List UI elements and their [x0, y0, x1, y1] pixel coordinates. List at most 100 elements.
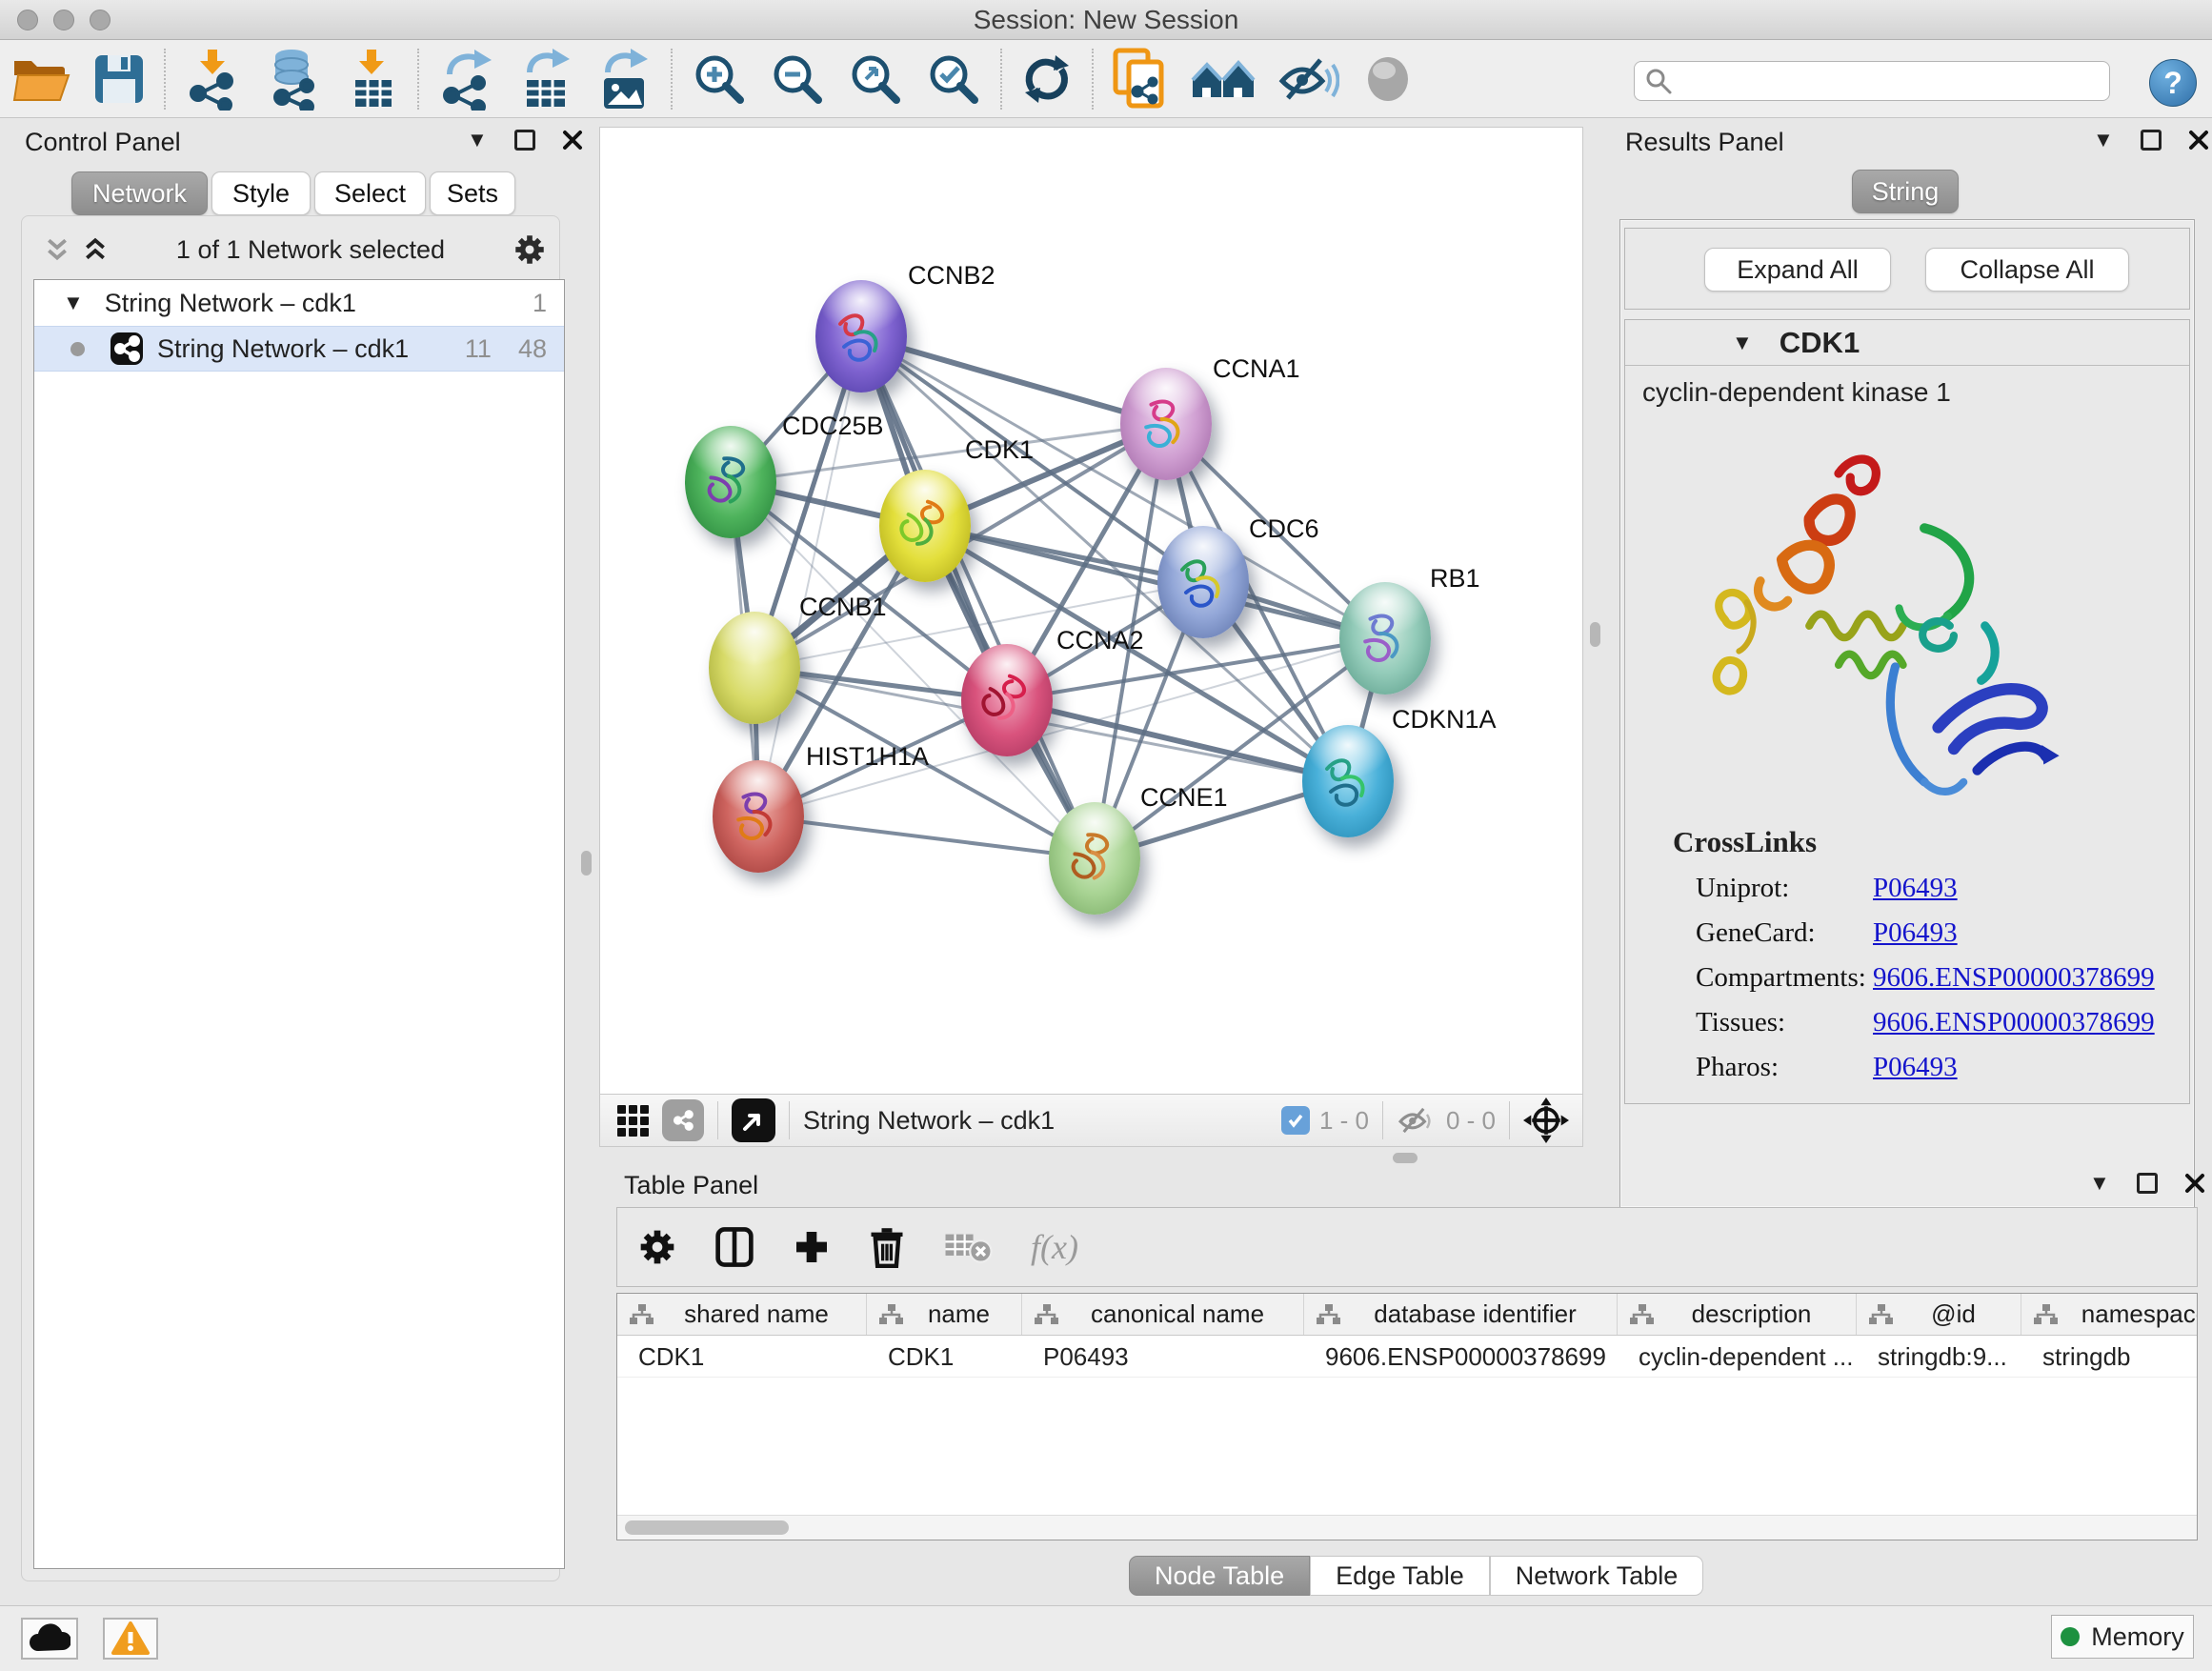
node-CCNE1[interactable] — [1049, 802, 1140, 915]
crosslink-link[interactable]: 9606.ENSP00000378699 — [1873, 1007, 2155, 1038]
edge-CCNB2-CCNA1[interactable] — [861, 336, 1166, 424]
network-collection-row[interactable]: ▼ String Network – cdk1 1 — [34, 280, 564, 326]
tab-style[interactable]: Style — [211, 171, 311, 215]
collapse-all-networks-icon[interactable] — [45, 237, 70, 262]
close-panel-icon[interactable] — [562, 130, 583, 151]
network-row-selected[interactable]: String Network – cdk1 11 48 — [34, 326, 564, 372]
column-header--id[interactable]: @id — [1857, 1294, 2021, 1335]
node-HIST1H1A[interactable] — [713, 760, 804, 873]
collapse-all-button[interactable]: Collapse All — [1925, 248, 2129, 292]
cell-description[interactable]: cyclin-dependent ... — [1618, 1336, 1857, 1377]
right-splitter-handle[interactable] — [1590, 622, 1600, 647]
first-neighbors-button[interactable] — [1179, 45, 1267, 113]
cloud-status-button[interactable] — [21, 1618, 78, 1660]
collapse-panel-icon[interactable]: ▼ — [2093, 130, 2114, 151]
crosslink-link[interactable]: P06493 — [1873, 873, 1958, 904]
zoom-fit-button[interactable] — [836, 45, 915, 113]
columns-icon[interactable] — [714, 1226, 754, 1268]
new-network-from-selection-button[interactable] — [1101, 45, 1179, 113]
help-button[interactable]: ? — [2149, 59, 2197, 107]
collapse-panel-icon[interactable]: ▼ — [2089, 1173, 2110, 1194]
column-header-database-identifier[interactable]: database identifier — [1304, 1294, 1618, 1335]
cell-namespace[interactable]: stringdb — [2021, 1336, 2198, 1377]
table-row[interactable]: CDK1CDK1P064939606.ENSP00000378699cyclin… — [617, 1336, 2197, 1378]
function-builder-icon[interactable]: f(x) — [1031, 1227, 1078, 1267]
expand-all-button[interactable]: Expand All — [1704, 248, 1891, 292]
column-header-namespace[interactable]: namespace — [2021, 1294, 2198, 1335]
open-in-window-icon[interactable] — [732, 1098, 775, 1142]
tab-network-table[interactable]: Network Table — [1490, 1556, 1704, 1596]
pan-crosshair-icon[interactable] — [1523, 1097, 1569, 1143]
edge-CCNB2-CCNE1[interactable] — [861, 336, 1095, 858]
save-session-button[interactable] — [82, 45, 156, 113]
collapse-panel-icon[interactable]: ▼ — [467, 130, 488, 151]
close-panel-icon[interactable] — [2184, 1173, 2205, 1194]
column-header-description[interactable]: description — [1618, 1294, 1857, 1335]
cell-shared-name[interactable]: CDK1 — [617, 1336, 867, 1377]
scrollbar-thumb[interactable] — [625, 1520, 789, 1535]
node-CDKN1A[interactable] — [1302, 725, 1394, 837]
cell-database-identifier[interactable]: 9606.ENSP00000378699 — [1304, 1336, 1618, 1377]
minimize-window-icon[interactable] — [53, 10, 74, 30]
add-icon[interactable] — [793, 1228, 831, 1266]
hide-selected-button[interactable] — [1267, 45, 1351, 113]
crosslink-link[interactable]: P06493 — [1873, 917, 1958, 949]
node-CCNA1[interactable] — [1120, 368, 1212, 480]
export-network-button[interactable] — [427, 45, 507, 113]
share-network-icon[interactable] — [662, 1099, 704, 1141]
node-CDK1[interactable] — [879, 470, 971, 582]
cell--id[interactable]: stringdb:9... — [1857, 1336, 2021, 1377]
cell-name[interactable]: CDK1 — [867, 1336, 1022, 1377]
float-panel-icon[interactable] — [2141, 130, 2162, 151]
tab-network[interactable]: Network — [71, 171, 208, 215]
selected-checkbox-icon[interactable] — [1281, 1106, 1310, 1135]
crosslink-link[interactable]: P06493 — [1873, 1052, 1958, 1083]
crosslink-link[interactable]: 9606.ENSP00000378699 — [1873, 962, 2155, 994]
horizontal-scrollbar[interactable] — [617, 1515, 2197, 1540]
network-canvas[interactable]: CCNB2 CCNA1 CDC25B CDK1 CDC6 — [600, 128, 1582, 1094]
node-CDC6[interactable] — [1157, 526, 1249, 638]
column-header-name[interactable]: name — [867, 1294, 1022, 1335]
cdk1-section-header[interactable]: ▼ CDK1 — [1625, 320, 2189, 366]
node-CDC25B[interactable] — [685, 426, 776, 538]
warning-status-button[interactable] — [103, 1618, 158, 1660]
gear-icon[interactable] — [638, 1228, 676, 1266]
float-panel-icon[interactable] — [2137, 1173, 2158, 1194]
delete-icon[interactable] — [869, 1226, 905, 1268]
zoom-out-button[interactable] — [758, 45, 836, 113]
node-CCNB2[interactable] — [815, 280, 907, 393]
export-table-button[interactable] — [507, 45, 585, 113]
float-panel-icon[interactable] — [514, 130, 535, 151]
maximize-window-icon[interactable] — [90, 10, 111, 30]
column-header-shared-name[interactable]: shared name — [617, 1294, 867, 1335]
cell-canonical-name[interactable]: P06493 — [1022, 1336, 1304, 1377]
tab-node-table[interactable]: Node Table — [1129, 1556, 1310, 1596]
import-network-file-button[interactable] — [173, 45, 251, 113]
open-session-button[interactable] — [0, 45, 82, 113]
tab-select[interactable]: Select — [314, 171, 426, 215]
delete-table-icon[interactable] — [943, 1229, 993, 1265]
show-all-button[interactable] — [1351, 45, 1425, 113]
memory-button[interactable]: Memory — [2051, 1615, 2194, 1659]
import-table-file-button[interactable] — [335, 45, 410, 113]
column-header-canonical-name[interactable]: canonical name — [1022, 1294, 1304, 1335]
tab-string[interactable]: String — [1852, 170, 1959, 213]
edge-HIST1H1A-CCNE1[interactable] — [758, 816, 1095, 858]
tab-sets[interactable]: Sets — [430, 171, 515, 215]
expand-all-networks-icon[interactable] — [83, 237, 108, 262]
close-panel-icon[interactable] — [2188, 130, 2209, 151]
node-CCNA2[interactable] — [961, 644, 1053, 756]
close-window-icon[interactable] — [17, 10, 38, 30]
bottom-splitter-handle[interactable] — [1393, 1153, 1418, 1163]
tab-edge-table[interactable]: Edge Table — [1310, 1556, 1490, 1596]
left-splitter-handle[interactable] — [581, 851, 592, 876]
search-box[interactable] — [1634, 61, 2110, 101]
zoom-in-button[interactable] — [680, 45, 758, 113]
refresh-view-button[interactable] — [1010, 45, 1084, 113]
export-image-button[interactable] — [585, 45, 663, 113]
node-RB1[interactable] — [1339, 582, 1431, 695]
section-collapse-icon[interactable]: ▼ — [1732, 332, 1753, 353]
import-network-database-button[interactable] — [251, 45, 335, 113]
zoom-selected-button[interactable] — [915, 45, 993, 113]
tree-expand-icon[interactable]: ▼ — [63, 292, 84, 313]
